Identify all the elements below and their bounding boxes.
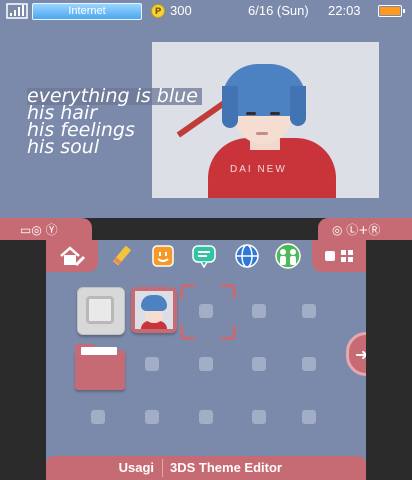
date: 6/16 (Sun) <box>248 3 309 18</box>
empty-slot[interactable] <box>302 357 316 371</box>
bottom-screen: ➜ Usagi 3DS Theme Editor <box>46 240 366 480</box>
view-toggle-button[interactable] <box>312 240 366 272</box>
status-bar: Internet P 300 6/16 (Sun) 22:03 <box>0 0 412 22</box>
notes-button[interactable] <box>106 242 136 270</box>
empty-slot[interactable] <box>199 410 213 424</box>
miiverse-button[interactable] <box>148 242 178 270</box>
camera-lr-tab[interactable]: ◎ Ⓛ+Ⓡ <box>318 218 412 240</box>
empty-slot[interactable] <box>145 357 159 371</box>
shirt-print: DAI NEW <box>230 164 287 175</box>
notifications-button[interactable] <box>189 242 219 270</box>
grid-view-icon <box>341 250 353 262</box>
chat-icon <box>192 245 216 268</box>
coin-count: 300 <box>170 3 192 18</box>
scroll-right-button[interactable]: ➜ <box>346 332 366 376</box>
empty-slot[interactable] <box>252 357 266 371</box>
app-tile-selected[interactable] <box>131 287 177 333</box>
empty-slot[interactable] <box>302 304 316 318</box>
friends-icon <box>275 243 301 269</box>
empty-slot[interactable] <box>199 304 213 318</box>
signal-icon <box>6 3 28 19</box>
empty-slot[interactable] <box>145 410 159 424</box>
clock: 22:03 <box>328 3 361 18</box>
empty-slot[interactable] <box>302 410 316 424</box>
coin-icon: P <box>151 4 165 18</box>
single-view-icon <box>325 251 335 261</box>
home-settings-button[interactable] <box>46 240 98 272</box>
app-tile[interactable] <box>77 287 125 335</box>
folder-tile[interactable] <box>75 344 125 390</box>
browser-button[interactable] <box>232 242 262 270</box>
connection-status: Internet <box>32 3 142 20</box>
home-settings-icon <box>60 246 86 267</box>
lyric-line: his soul <box>27 136 100 158</box>
lyrics-text: everything is blue his hair his feelings… <box>27 87 202 158</box>
right-bezel <box>366 240 412 480</box>
author-name: Usagi <box>118 460 154 475</box>
camera-lr-icon: ◎ Ⓛ+Ⓡ <box>332 223 381 237</box>
left-bezel <box>0 240 46 480</box>
pencil-icon <box>113 246 131 266</box>
screenshot-tab[interactable]: ▭◎ Ⓨ <box>0 218 92 240</box>
friends-button[interactable] <box>273 242 303 270</box>
arrow-right-icon: ➜ <box>355 344 366 364</box>
smiley-icon <box>152 245 174 267</box>
empty-slot[interactable] <box>252 410 266 424</box>
camera-y-icon: ▭◎ Ⓨ <box>20 223 58 237</box>
theme-title: 3DS Theme Editor <box>170 460 282 475</box>
globe-icon <box>235 244 259 268</box>
empty-slot[interactable] <box>91 410 105 424</box>
divider <box>162 459 163 477</box>
empty-slot[interactable] <box>252 304 266 318</box>
empty-slot[interactable] <box>199 357 213 371</box>
theme-info-bar: Usagi 3DS Theme Editor <box>46 456 366 480</box>
top-screen: Internet P 300 6/16 (Sun) 22:03 DAI NEW … <box>0 0 412 218</box>
battery-icon <box>378 5 405 17</box>
